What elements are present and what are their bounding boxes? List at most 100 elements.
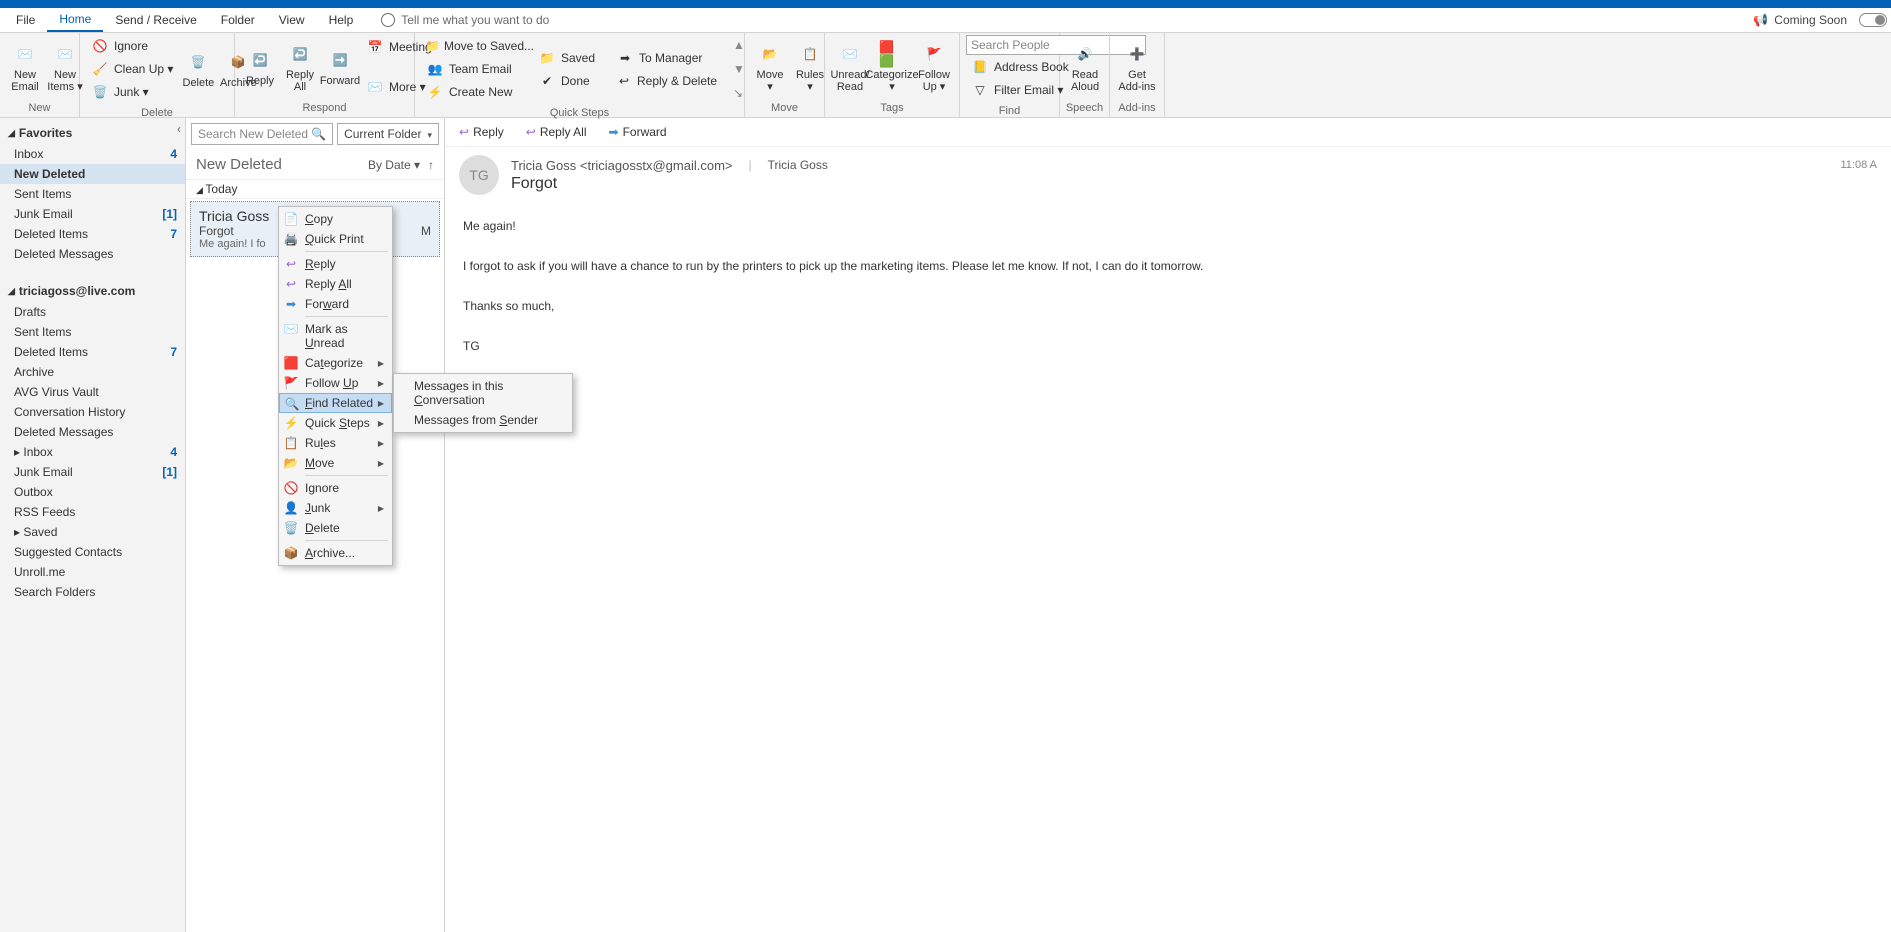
ctx-archive[interactable]: 📦Archive... [279, 543, 392, 563]
forward-mgr-icon: ➡ [615, 48, 635, 68]
qs-move-saved[interactable]: 📁Move to Saved... [421, 35, 521, 57]
coming-soon[interactable]: 📢 Coming Soon [1753, 13, 1847, 27]
tab-help[interactable]: Help [317, 9, 366, 31]
folder-label: Sent Items [14, 325, 71, 339]
read-reply-all-button[interactable]: ↩Reply All [522, 124, 591, 140]
folder-count: 7 [170, 345, 177, 359]
folder-junk-email[interactable]: Junk Email[1] [0, 462, 185, 482]
folder-new-deleted[interactable]: New Deleted [0, 164, 185, 184]
ctx-categorize[interactable]: 🟥Categorize [279, 353, 392, 373]
move-button[interactable]: 📂Move ▾ [751, 39, 789, 95]
read-aloud-button[interactable]: 🔊Read Aloud [1066, 39, 1104, 95]
ctx-rules[interactable]: 📋Rules [279, 433, 392, 453]
qs-launcher[interactable]: ↘ [733, 86, 745, 100]
folder-label: ▸ Saved [14, 525, 57, 539]
sub-messages-sender[interactable]: Messages from Sender [394, 410, 572, 430]
categorize-button[interactable]: 🟥🟩Categorize ▾ [871, 39, 913, 95]
sort-button[interactable]: By Date ▾ [368, 158, 420, 172]
ctx-follow-up[interactable]: 🚩Follow Up [279, 373, 392, 393]
qs-saved[interactable]: 📁Saved [533, 47, 599, 69]
folder-inbox[interactable]: ▸ Inbox4 [0, 442, 185, 462]
ctx-junk[interactable]: 👤Junk [279, 498, 392, 518]
tell-me[interactable]: Tell me what you want to do [381, 13, 549, 27]
new-items-button[interactable]: ✉️New Items ▾ [46, 39, 84, 95]
cleanup-button[interactable]: 🧹Clean Up ▾ [86, 58, 177, 80]
folder-deleted-messages[interactable]: Deleted Messages [0, 244, 185, 264]
account-header[interactable]: ◢triciagoss@live.com [0, 280, 185, 302]
ctx-mark-unread[interactable]: ✉️Mark as Unread [279, 319, 392, 353]
followup-button[interactable]: 🚩Follow Up ▾ [915, 39, 953, 95]
rules-button[interactable]: 📋Rules ▾ [791, 39, 829, 95]
folder-saved[interactable]: ▸ Saved [0, 522, 185, 542]
unread-read-button[interactable]: ✉️Unread/ Read [831, 39, 869, 95]
qs-team-email[interactable]: 👥Team Email [421, 58, 521, 80]
folder-deleted-messages[interactable]: Deleted Messages [0, 422, 185, 442]
tab-file[interactable]: File [4, 9, 47, 31]
ctx-find-related[interactable]: 🔍Find Related [279, 393, 392, 413]
junk-button[interactable]: 🗑️Junk ▾ [86, 81, 177, 103]
folder-sent-items[interactable]: Sent Items [0, 184, 185, 204]
date-group-today[interactable]: ◢ Today [186, 179, 444, 199]
qs-create-new[interactable]: ⚡Create New [421, 81, 521, 103]
new-email-button[interactable]: ✉️New Email [6, 39, 44, 95]
folder-rss-feeds[interactable]: RSS Feeds [0, 502, 185, 522]
reply-button[interactable]: ↩️Reply [241, 45, 279, 89]
folder-junk-email[interactable]: Junk Email[1] [0, 204, 185, 224]
ctx-copy[interactable]: 📄Copy [279, 209, 392, 229]
qs-up-arrow[interactable]: ▲ [733, 38, 745, 52]
read-forward-button[interactable]: ➡Forward [605, 124, 671, 140]
qs-to-manager[interactable]: ➡To Manager [611, 47, 721, 69]
search-folder-input[interactable]: Search New Deleted🔍 [191, 123, 333, 145]
ctx-move[interactable]: 📂Move [279, 453, 392, 473]
tab-folder[interactable]: Folder [209, 9, 267, 31]
folder-sent-items[interactable]: Sent Items [0, 322, 185, 342]
collapse-nav-icon[interactable]: ‹ [177, 122, 181, 136]
qs-create-label: Create New [449, 85, 512, 99]
ctx-reply-all[interactable]: ↩Reply All [279, 274, 392, 294]
folder-conversation-history[interactable]: Conversation History [0, 402, 185, 422]
reply-all-label: Reply All [286, 69, 314, 93]
folder-avg-virus-vault[interactable]: AVG Virus Vault [0, 382, 185, 402]
addressbook-icon: 📒 [970, 57, 990, 77]
ctx-quick-steps[interactable]: ⚡Quick Steps [279, 413, 392, 433]
qs-down-arrow[interactable]: ▼ [733, 62, 745, 76]
folder-inbox[interactable]: Inbox4 [0, 144, 185, 164]
forward-button[interactable]: ➡️Forward [321, 45, 359, 89]
qs-reply-delete[interactable]: ↩Reply & Delete [611, 70, 721, 92]
folder-deleted-items[interactable]: Deleted Items7 [0, 224, 185, 244]
sub-messages-conversation[interactable]: Messages in this Conversation [394, 376, 572, 410]
reading-pane: ↩Reply ↩Reply All ➡Forward TG Tricia Gos… [445, 118, 1891, 932]
search-icon: 🔍 [311, 127, 326, 141]
tab-view[interactable]: View [267, 9, 317, 31]
get-addins-button[interactable]: ➕Get Add-ins [1116, 39, 1158, 95]
folder-archive[interactable]: Archive [0, 362, 185, 382]
sender-address: Tricia Goss <triciagosstx@gmail.com> [511, 158, 733, 173]
tab-home[interactable]: Home [47, 8, 103, 32]
folder-drafts[interactable]: Drafts [0, 302, 185, 322]
rules-icon: 📋 [797, 41, 823, 67]
folder-unroll.me[interactable]: Unroll.me [0, 562, 185, 582]
ctx-ignore[interactable]: 🚫Ignore [279, 478, 392, 498]
search-scope-dropdown[interactable]: Current Folder [337, 123, 439, 145]
reply-all-button[interactable]: ↩️Reply All [281, 39, 319, 95]
rules-icon: 📋 [283, 435, 299, 451]
tab-send-receive[interactable]: Send / Receive [103, 9, 208, 31]
ctx-forward[interactable]: ➡Forward [279, 294, 392, 314]
addins-label: Get Add-ins [1118, 69, 1155, 93]
ignore-button[interactable]: 🚫Ignore [86, 35, 177, 57]
ctx-reply[interactable]: ↩Reply [279, 254, 392, 274]
folder-deleted-items[interactable]: Deleted Items7 [0, 342, 185, 362]
folder-outbox[interactable]: Outbox [0, 482, 185, 502]
ctx-quick-print[interactable]: 🖨️Quick Print [279, 229, 392, 249]
coming-soon-toggle[interactable] [1859, 13, 1887, 27]
qs-done[interactable]: ✔Done [533, 70, 599, 92]
body-line: Thanks so much, [463, 297, 1873, 316]
sort-ascending-icon[interactable]: ↑ [428, 158, 434, 172]
folder-search-folders[interactable]: Search Folders [0, 582, 185, 602]
junk-icon: 👤 [283, 500, 299, 516]
read-reply-button[interactable]: ↩Reply [455, 124, 508, 140]
ctx-delete[interactable]: 🗑️Delete [279, 518, 392, 538]
favorites-header[interactable]: ◢Favorites [0, 122, 185, 144]
folder-suggested-contacts[interactable]: Suggested Contacts [0, 542, 185, 562]
delete-button[interactable]: 🗑️Delete [179, 47, 217, 91]
